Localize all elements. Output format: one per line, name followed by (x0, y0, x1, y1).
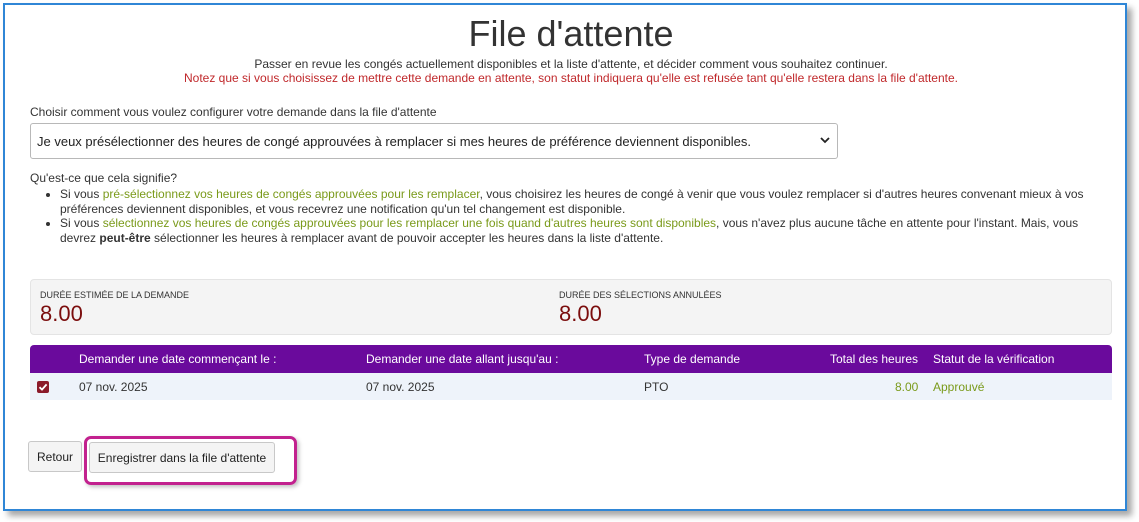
config-select-label: Choisir comment vous voulez configurer v… (30, 105, 437, 119)
row-end-date: 07 nov. 2025 (366, 380, 435, 394)
back-button[interactable]: Retour (28, 441, 82, 472)
header-type: Type de demande (644, 352, 741, 366)
config-select[interactable]: Je veux présélectionner des heures de co… (30, 123, 838, 159)
chevron-down-icon (820, 137, 830, 144)
meaning-list: Si vous pré-sélectionnez vos heures de c… (60, 187, 1090, 245)
row-type: PTO (644, 380, 669, 394)
check-icon (38, 383, 48, 391)
summary-panel: Durée estimée de la demande 8.00 Durée d… (30, 279, 1112, 335)
cancelled-duration-value: 8.00 (559, 301, 602, 326)
header-end-date: Demander une date allant jusqu'au : (366, 352, 559, 366)
meaning-item: Si vous pré-sélectionnez vos heures de c… (60, 187, 1090, 216)
page-subtitle: Passer en revue les congés actuellement … (254, 57, 888, 71)
save-queue-button[interactable]: Enregistrer dans la file d'attente (89, 442, 275, 473)
cancelled-duration: Durée des sélections annulées 8.00 (559, 290, 722, 327)
request-table: Demander une date commençant le : Demand… (30, 345, 1112, 400)
header-hours: Total des heures (830, 352, 919, 366)
warning-text: Notez que si vous choisissez de mettre c… (183, 71, 958, 85)
row-checkbox[interactable] (37, 381, 49, 393)
meaning-item: Si vous sélectionnez vos heures de congé… (60, 216, 1090, 245)
meaning-section: Qu'est-ce que cela signifie? Si vous pré… (30, 171, 1090, 245)
config-select-value: Je veux présélectionner des heures de co… (37, 133, 751, 149)
table-row: 07 nov. 2025 07 nov. 2025 PTO 8.00 Appro… (30, 373, 1112, 400)
meaning-highlight: sélectionnez vos heures de congés approu… (102, 216, 717, 230)
page-title: File d'attente (468, 13, 674, 54)
row-start-date: 07 nov. 2025 (79, 380, 148, 394)
page-frame: File d'attente Passer en revue les congé… (3, 3, 1127, 511)
estimated-duration-value: 8.00 (40, 301, 83, 326)
meaning-heading: Qu'est-ce que cela signifie? (30, 171, 178, 185)
table-header: Demander une date commençant le : Demand… (30, 345, 1112, 373)
estimated-duration: Durée estimée de la demande 8.00 (40, 290, 189, 327)
header-start-date: Demander une date commençant le : (79, 352, 277, 366)
header-status: Statut de la vérification (933, 352, 1055, 366)
row-status: Approuvé (933, 380, 985, 394)
estimated-duration-label: Durée estimée de la demande (40, 290, 190, 300)
cancelled-duration-label: Durée des sélections annulées (559, 290, 722, 300)
meaning-bold: peut-être (99, 230, 151, 245)
meaning-highlight: pré-sélectionnez vos heures de congés ap… (102, 187, 480, 201)
row-hours: 8.00 (895, 380, 919, 394)
